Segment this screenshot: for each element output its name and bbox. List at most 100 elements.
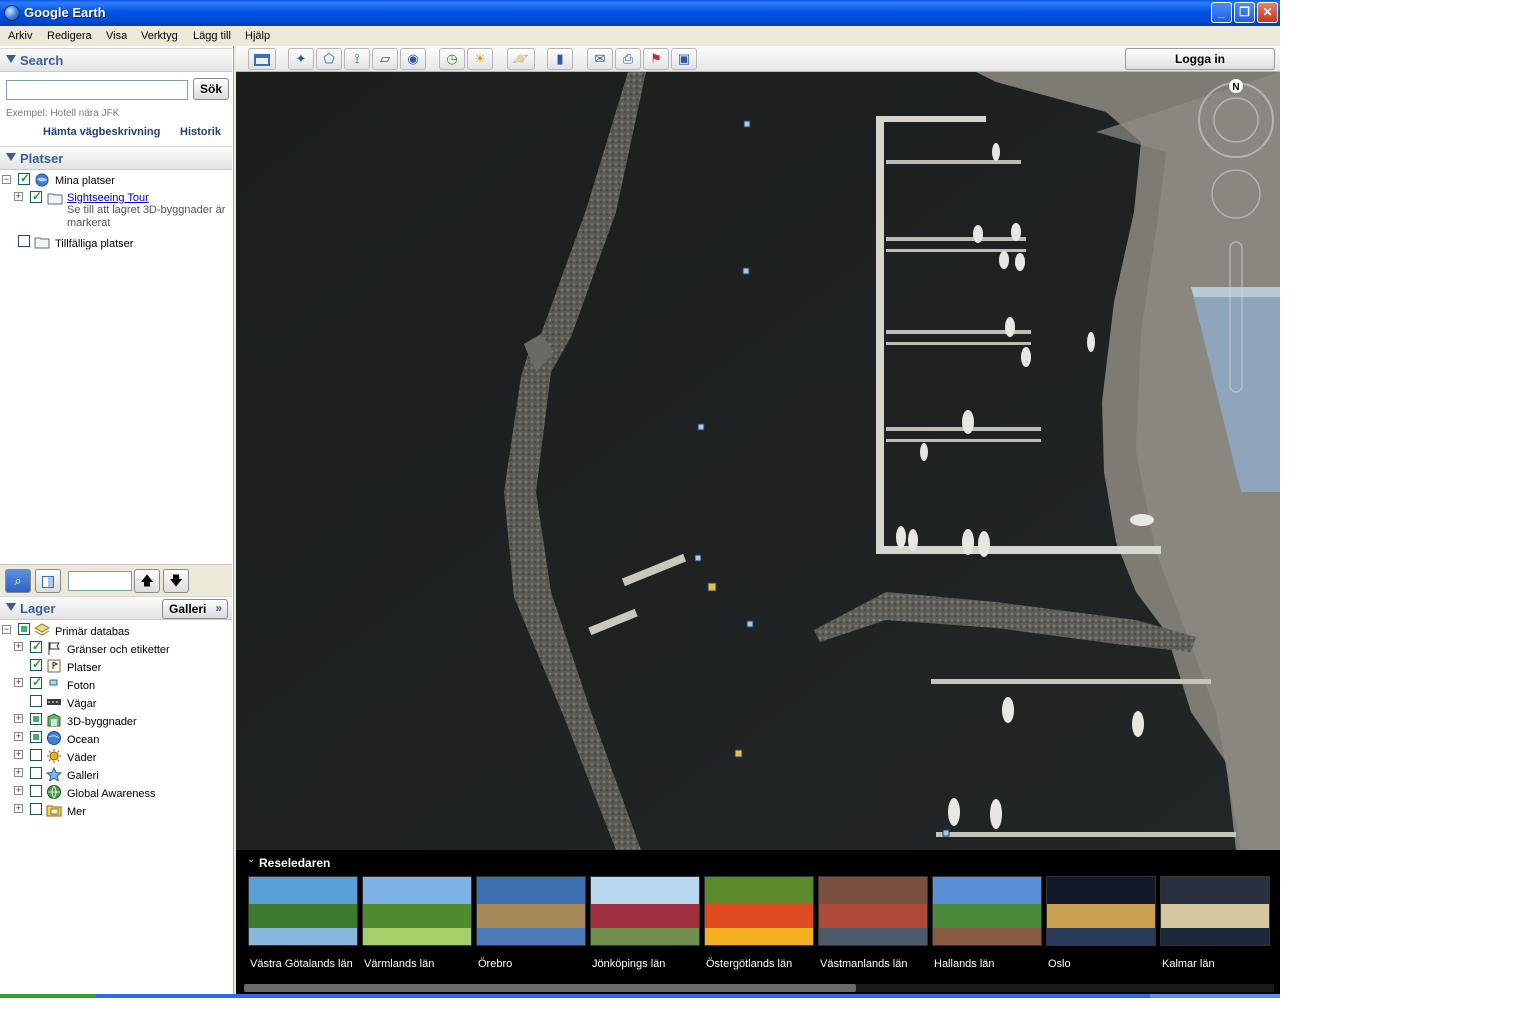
menu-verktyg[interactable]: Verktyg xyxy=(141,30,178,42)
view-in-google-maps-button[interactable]: ⚑ xyxy=(643,48,669,70)
get-directions-link[interactable]: Hämta vägbeskrivning xyxy=(43,126,160,138)
expand-icon[interactable]: + xyxy=(14,714,23,723)
tour-thumbnail-label[interactable]: Oslo xyxy=(1048,958,1071,970)
menu-redigera[interactable]: Redigera xyxy=(47,30,92,42)
tour-thumbnail[interactable] xyxy=(362,876,472,946)
close-button[interactable]: ✕ xyxy=(1257,2,1278,23)
save-image-button[interactable]: ▣ xyxy=(671,48,697,70)
layer-checkbox[interactable] xyxy=(30,803,42,815)
layer-row[interactable]: + Galleri xyxy=(0,767,232,783)
sightseeing-tour-link[interactable]: Sightseeing Tour xyxy=(67,192,149,204)
tour-thumbnail-label[interactable]: Östergötlands län xyxy=(706,958,792,970)
switch-planet-button[interactable]: 🪐 xyxy=(507,48,535,70)
layer-checkbox[interactable] xyxy=(30,639,42,653)
search-button[interactable]: Sök xyxy=(193,78,229,100)
layer-row[interactable]: + Väder xyxy=(0,749,232,765)
primary-db-checkbox[interactable] xyxy=(18,623,30,635)
tour-thumbnail[interactable] xyxy=(476,876,586,946)
scrollbar-thumb[interactable] xyxy=(244,984,856,992)
sightseeing-tour-checkbox[interactable] xyxy=(30,189,42,203)
tour-thumbnail-label[interactable]: Värmlands län xyxy=(364,958,434,970)
layer-row[interactable]: Vägar xyxy=(0,695,232,711)
menu-lagg-till[interactable]: Lägg till xyxy=(193,30,231,42)
layer-row[interactable]: + Ocean xyxy=(0,731,232,747)
expand-icon[interactable]: + xyxy=(14,732,23,741)
tour-thumbnail-label[interactable]: Västmanlands län xyxy=(820,958,907,970)
layer-checkbox[interactable] xyxy=(30,767,42,779)
places-panel-header[interactable]: Platser xyxy=(0,146,232,170)
restore-button[interactable]: ❐ xyxy=(1234,2,1255,23)
tour-thumbnail-label[interactable]: Kalmar län xyxy=(1162,958,1215,970)
layer-row[interactable]: + Global Awareness xyxy=(0,785,232,801)
layer-row[interactable]: +3D-byggnader xyxy=(0,713,232,729)
expand-icon[interactable]: + xyxy=(14,768,23,777)
show-hide-content-button[interactable] xyxy=(35,569,61,593)
historical-imagery-button[interactable]: ◷ xyxy=(439,48,465,70)
tour-thumbnail[interactable] xyxy=(1046,876,1156,946)
minimize-button[interactable]: _ xyxy=(1211,2,1232,23)
tour-thumbnail-label[interactable]: Jönköpings län xyxy=(592,958,665,970)
tour-thumbnail[interactable] xyxy=(248,876,358,946)
layer-checkbox[interactable] xyxy=(30,731,42,743)
layer-checkbox[interactable] xyxy=(30,695,42,707)
search-panel-header[interactable]: Search xyxy=(0,48,232,72)
places-filter-input[interactable] xyxy=(68,571,132,591)
tree-item-primary-db[interactable]: − Primär databas xyxy=(0,623,232,639)
tour-thumbnail[interactable] xyxy=(1160,876,1270,946)
add-image-overlay-button[interactable]: ▱ xyxy=(372,48,398,70)
collapse-triangle-icon[interactable] xyxy=(6,153,16,161)
tree-item-temporary-places[interactable]: Tillfälliga platser xyxy=(0,235,232,251)
temporary-places-checkbox[interactable] xyxy=(18,235,30,247)
menu-hjalp[interactable]: Hjälp xyxy=(245,30,270,42)
chevron-down-icon[interactable]: ⌄ xyxy=(247,854,255,865)
layer-row[interactable]: Platser xyxy=(0,657,232,675)
collapse-icon[interactable]: − xyxy=(2,175,11,184)
sunlight-button[interactable]: ☀ xyxy=(467,48,493,70)
expand-icon[interactable]: + xyxy=(14,192,23,201)
add-path-button[interactable]: ⟟ xyxy=(344,48,370,70)
gallery-button[interactable]: Galleri » xyxy=(162,599,228,619)
record-tour-button[interactable]: ◉ xyxy=(400,48,426,70)
history-link[interactable]: Historik xyxy=(180,126,221,138)
tour-thumbnail-label[interactable]: Hallands län xyxy=(934,958,995,970)
tour-thumbnail[interactable] xyxy=(704,876,814,946)
search-places-button[interactable]: ⌕ xyxy=(5,569,31,593)
move-up-button[interactable]: 🡅 xyxy=(134,569,160,593)
layer-row[interactable]: + Foton xyxy=(0,675,232,693)
menu-arkiv[interactable]: Arkiv xyxy=(8,30,32,42)
move-down-button[interactable]: 🡇 xyxy=(163,569,189,593)
tour-thumbnail[interactable] xyxy=(818,876,928,946)
sign-in-button[interactable]: Logga in xyxy=(1125,48,1275,70)
add-polygon-button[interactable]: ⬠ xyxy=(316,48,342,70)
expand-icon[interactable]: + xyxy=(14,678,23,687)
tour-thumbnail-label[interactable]: Örebro xyxy=(478,958,512,970)
layer-checkbox[interactable] xyxy=(30,657,42,671)
ruler-button[interactable]: ▮ xyxy=(547,48,573,70)
layer-checkbox[interactable] xyxy=(30,675,42,689)
tour-thumbnail[interactable] xyxy=(932,876,1042,946)
expand-icon[interactable]: + xyxy=(14,642,23,651)
layer-row[interactable]: + Gränser och etiketter xyxy=(0,639,232,657)
add-placemark-button[interactable]: ✦ xyxy=(288,48,314,70)
tour-thumbnail[interactable] xyxy=(590,876,700,946)
expand-icon[interactable]: + xyxy=(14,786,23,795)
layers-panel-header[interactable]: Lager Galleri » xyxy=(0,596,232,620)
satellite-imagery[interactable]: N xyxy=(236,72,1280,850)
collapse-triangle-icon[interactable] xyxy=(6,55,16,63)
expand-icon[interactable]: + xyxy=(14,804,23,813)
layer-checkbox[interactable] xyxy=(30,785,42,797)
tree-item-my-places[interactable]: − Mina platser xyxy=(0,171,232,189)
toggle-sidebar-button[interactable] xyxy=(248,48,276,70)
tour-guide-scrollbar[interactable] xyxy=(244,984,1274,992)
collapse-icon[interactable]: − xyxy=(2,625,11,634)
layer-row[interactable]: + Mer xyxy=(0,803,232,819)
layer-checkbox[interactable] xyxy=(30,749,42,761)
menu-visa[interactable]: Visa xyxy=(106,30,127,42)
email-button[interactable]: ✉ xyxy=(587,48,613,70)
tour-guide-title[interactable]: Reseledaren xyxy=(259,856,330,870)
collapse-triangle-icon[interactable] xyxy=(6,603,16,611)
my-places-checkbox[interactable] xyxy=(18,171,30,185)
print-button[interactable]: ⎙ xyxy=(615,48,641,70)
map-view-3d[interactable]: N xyxy=(236,72,1280,850)
search-input[interactable] xyxy=(6,80,188,100)
